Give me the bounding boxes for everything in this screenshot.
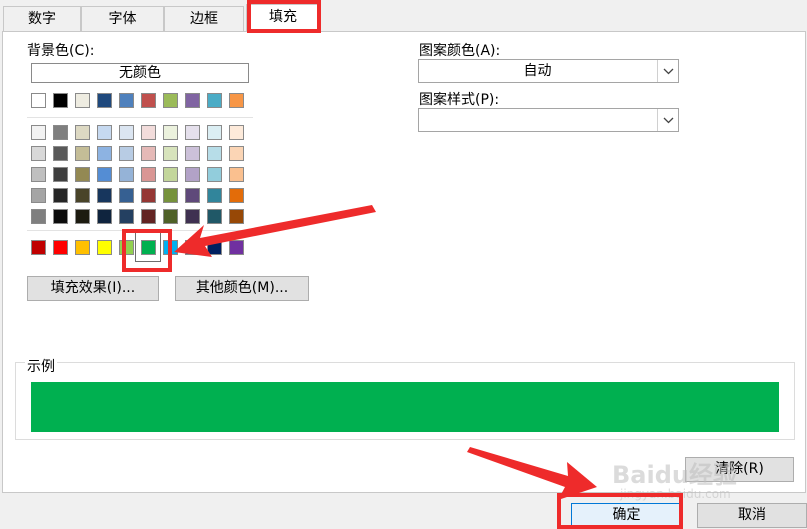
baidu-watermark-url: jingyan.baidu.com — [620, 487, 731, 501]
color-swatch[interactable] — [207, 93, 222, 108]
color-swatch[interactable] — [97, 146, 112, 161]
color-swatch[interactable] — [229, 125, 244, 140]
color-swatch[interactable] — [185, 146, 200, 161]
color-swatch[interactable] — [31, 146, 46, 161]
tab-border[interactable]: 边框 — [164, 6, 244, 32]
color-swatch[interactable] — [119, 188, 134, 203]
color-swatch[interactable] — [119, 125, 134, 140]
color-swatch[interactable] — [31, 188, 46, 203]
color-swatch[interactable] — [185, 125, 200, 140]
ok-button[interactable]: 确定 — [571, 503, 682, 528]
color-swatch[interactable] — [185, 167, 200, 182]
standard-color-swatch[interactable] — [31, 240, 46, 255]
color-swatch[interactable] — [75, 167, 90, 182]
pattern-color-dropdown[interactable]: 自动 — [418, 59, 679, 83]
color-swatch[interactable] — [97, 125, 112, 140]
no-color-button[interactable]: 无颜色 — [31, 63, 249, 83]
color-swatch[interactable] — [207, 188, 222, 203]
color-swatch[interactable] — [207, 167, 222, 182]
color-swatch[interactable] — [185, 93, 200, 108]
color-swatch[interactable] — [229, 93, 244, 108]
pattern-color-value: 自动 — [523, 63, 552, 79]
tab-strip: 数字 字体 边框 填充 — [0, 0, 807, 32]
tab-number[interactable]: 数字 — [3, 6, 81, 32]
color-swatch[interactable] — [31, 209, 46, 224]
color-swatch[interactable] — [53, 188, 68, 203]
tab-font[interactable]: 字体 — [81, 6, 164, 32]
standard-color-swatch[interactable] — [141, 240, 156, 255]
color-swatch[interactable] — [229, 167, 244, 182]
palette-separator — [27, 230, 253, 231]
color-swatch[interactable] — [53, 167, 68, 182]
color-swatch[interactable] — [229, 146, 244, 161]
fill-effects-button[interactable]: 填充效果(I)... — [27, 276, 159, 301]
baidu-watermark-logo: Baidu经验 — [612, 461, 737, 489]
color-swatch[interactable] — [53, 209, 68, 224]
tab-fill[interactable]: 填充 — [246, 4, 320, 32]
color-swatch[interactable] — [163, 167, 178, 182]
color-swatch[interactable] — [53, 146, 68, 161]
color-swatch[interactable] — [163, 125, 178, 140]
color-swatch[interactable] — [75, 125, 90, 140]
color-swatch[interactable] — [163, 209, 178, 224]
color-swatch[interactable] — [207, 125, 222, 140]
color-swatch[interactable] — [75, 146, 90, 161]
palette-separator — [27, 117, 253, 118]
more-colors-button[interactable]: 其他颜色(M)... — [175, 276, 309, 301]
pattern-style-dropdown[interactable] — [418, 108, 679, 132]
color-swatch[interactable] — [141, 146, 156, 161]
color-swatch[interactable] — [141, 93, 156, 108]
standard-color-swatch[interactable] — [229, 240, 244, 255]
color-swatch[interactable] — [119, 209, 134, 224]
format-cells-dialog: 数字 字体 边框 填充 背景色(C): 无颜色 填充效果(I)... 其他颜色(… — [0, 0, 807, 529]
color-swatch[interactable] — [185, 209, 200, 224]
sample-preview — [31, 382, 779, 432]
background-color-label: 背景色(C): — [27, 43, 95, 59]
color-swatch[interactable] — [163, 93, 178, 108]
standard-color-swatch[interactable] — [75, 240, 90, 255]
sample-label: 示例 — [25, 356, 57, 376]
color-swatch[interactable] — [163, 146, 178, 161]
color-swatch[interactable] — [185, 188, 200, 203]
color-swatch[interactable] — [31, 125, 46, 140]
color-swatch[interactable] — [119, 146, 134, 161]
color-swatch[interactable] — [207, 209, 222, 224]
standard-color-swatch[interactable] — [119, 240, 134, 255]
color-swatch[interactable] — [31, 93, 46, 108]
color-swatch[interactable] — [97, 188, 112, 203]
color-swatch[interactable] — [97, 209, 112, 224]
standard-color-swatch[interactable] — [185, 240, 200, 255]
color-swatch[interactable] — [141, 125, 156, 140]
color-swatch[interactable] — [229, 209, 244, 224]
pattern-color-label: 图案颜色(A): — [419, 43, 501, 59]
color-swatch[interactable] — [53, 93, 68, 108]
standard-color-swatch[interactable] — [163, 240, 178, 255]
standard-color-swatch[interactable] — [97, 240, 112, 255]
color-swatch[interactable] — [97, 167, 112, 182]
color-swatch[interactable] — [119, 167, 134, 182]
cancel-button[interactable]: 取消 — [697, 503, 807, 528]
color-swatch[interactable] — [163, 188, 178, 203]
standard-color-swatch[interactable] — [207, 240, 222, 255]
color-swatch[interactable] — [141, 188, 156, 203]
color-swatch[interactable] — [75, 188, 90, 203]
color-swatch[interactable] — [229, 188, 244, 203]
color-swatch[interactable] — [141, 209, 156, 224]
color-swatch[interactable] — [207, 146, 222, 161]
chevron-down-icon[interactable] — [657, 60, 678, 82]
color-swatch[interactable] — [97, 93, 112, 108]
color-swatch[interactable] — [119, 93, 134, 108]
color-swatch[interactable] — [75, 209, 90, 224]
color-swatch[interactable] — [141, 167, 156, 182]
color-swatch[interactable] — [75, 93, 90, 108]
standard-color-swatch[interactable] — [53, 240, 68, 255]
pattern-style-label: 图案样式(P): — [419, 92, 500, 108]
chevron-down-icon[interactable] — [657, 109, 678, 131]
color-swatch[interactable] — [53, 125, 68, 140]
color-swatch[interactable] — [31, 167, 46, 182]
